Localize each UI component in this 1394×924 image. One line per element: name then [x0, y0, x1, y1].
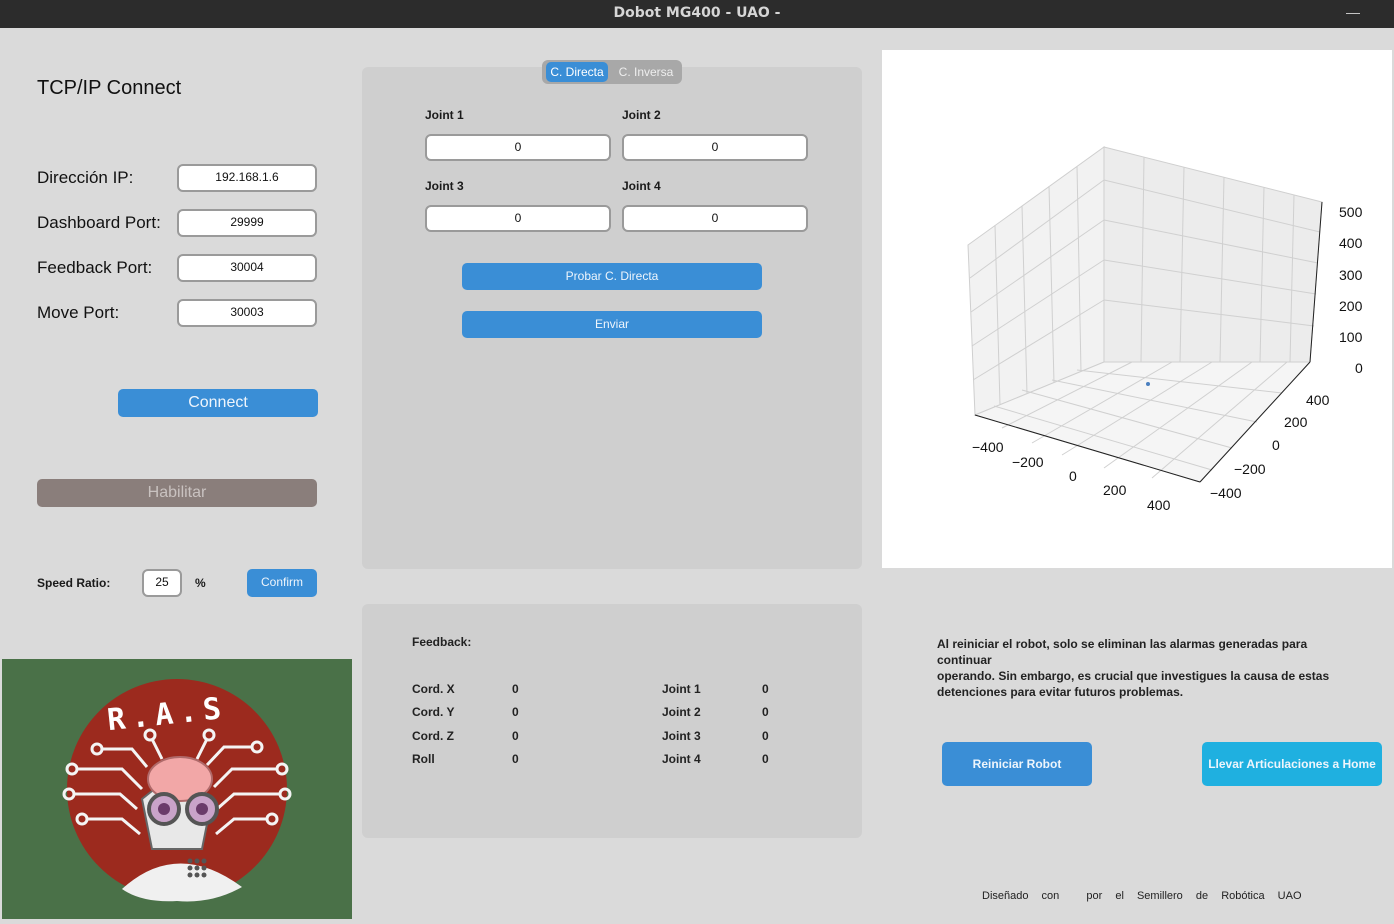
- coord-z-label: Cord. Z: [412, 729, 454, 743]
- footer-word: UAO: [1277, 890, 1302, 902]
- x-tick: 0: [1069, 468, 1077, 484]
- joint4-label: Joint 4: [622, 179, 661, 193]
- fb-joint4-value: 0: [762, 752, 769, 766]
- fb-joint3-label: Joint 3: [662, 729, 701, 743]
- feedback-port-label: Feedback Port:: [37, 258, 153, 277]
- roll-value: 0: [512, 752, 519, 766]
- connect-button[interactable]: Connect: [118, 389, 318, 417]
- fb-joint1-label: Joint 1: [662, 682, 701, 696]
- move-port-input[interactable]: 30003: [177, 299, 317, 327]
- confirm-button[interactable]: Confirm: [247, 569, 317, 597]
- fb-joint4-label: Joint 4: [662, 752, 701, 766]
- x-tick: 200: [1103, 482, 1127, 498]
- y-tick: −400: [1210, 485, 1242, 501]
- footer-word: Robótica: [1221, 890, 1265, 902]
- fb-joint2-value: 0: [762, 705, 769, 719]
- z-tick: 100: [1339, 329, 1363, 346]
- joint4-input[interactable]: 0: [622, 205, 808, 232]
- dashboard-port-label: Dashboard Port:: [37, 213, 161, 232]
- tab-inverse-kinematics[interactable]: C. Inversa: [610, 62, 682, 82]
- feedback-port-input[interactable]: 30004: [177, 254, 317, 282]
- minimize-icon[interactable]: —: [1346, 4, 1360, 20]
- send-button[interactable]: Enviar: [462, 311, 762, 338]
- z-axis-ticks: 500 400 300 200 100 0: [1339, 197, 1363, 385]
- y-tick: −200: [1234, 461, 1266, 477]
- reset-robot-button[interactable]: Reiniciar Robot: [942, 742, 1092, 786]
- window-title: Dobot MG400 - UAO -: [613, 5, 781, 21]
- x-tick: −200: [1012, 454, 1044, 470]
- enable-button[interactable]: Habilitar: [37, 479, 317, 507]
- coord-z-value: 0: [512, 729, 519, 743]
- roll-label: Roll: [412, 752, 435, 766]
- title-bar: Dobot MG400 - UAO -: [0, 0, 1394, 28]
- x-tick: 400: [1147, 497, 1171, 513]
- joint3-input[interactable]: 0: [425, 205, 611, 232]
- ras-logo: R.A.S: [2, 659, 352, 919]
- connect-heading: TCP/IP Connect: [37, 77, 182, 99]
- footer-credit: Diseñado con por el Semillero de Robótic…: [982, 890, 1302, 902]
- coord-y-value: 0: [512, 705, 519, 719]
- z-tick: 400: [1339, 235, 1363, 252]
- joint3-label: Joint 3: [425, 179, 464, 193]
- fb-joint3-value: 0: [762, 729, 769, 743]
- joint1-input[interactable]: 0: [425, 134, 611, 161]
- coord-x-label: Cord. X: [412, 682, 455, 696]
- tab-forward-kinematics[interactable]: C. Directa: [546, 62, 608, 82]
- speed-ratio-input[interactable]: 25: [142, 569, 182, 597]
- reset-notice-line: Al reiniciar el robot, solo se eliminan …: [937, 637, 1308, 667]
- joint1-label: Joint 1: [425, 108, 464, 122]
- z-tick: 300: [1339, 266, 1363, 283]
- test-forward-button[interactable]: Probar C. Directa: [462, 263, 762, 290]
- y-tick: 200: [1284, 414, 1308, 430]
- z-tick: 200: [1339, 297, 1363, 314]
- speed-ratio-label: Speed Ratio:: [37, 576, 111, 590]
- feedback-title: Feedback:: [412, 635, 472, 649]
- reset-notice-line: detenciones para evitar futuros problema…: [937, 685, 1184, 699]
- footer-word: con: [1041, 890, 1060, 902]
- ip-input[interactable]: 192.168.1.6: [177, 164, 317, 192]
- home-joints-button[interactable]: Llevar Articulaciones a Home: [1202, 742, 1382, 786]
- plot-3d[interactable]: 500 400 300 200 100 0 −400 −200 0 200 40…: [882, 50, 1392, 568]
- reset-notice-line: operando. Sin embargo, es crucial que in…: [937, 669, 1330, 683]
- x-tick: −400: [972, 439, 1004, 455]
- reset-notice: Al reiniciar el robot, solo se eliminan …: [937, 636, 1357, 700]
- footer-word: Semillero: [1136, 890, 1183, 902]
- z-tick: 0: [1355, 360, 1363, 377]
- speed-unit: %: [195, 576, 206, 590]
- move-port-label: Move Port:: [37, 303, 120, 322]
- footer-word: el: [1115, 890, 1124, 902]
- ip-label: Dirección IP:: [37, 168, 134, 187]
- dashboard-port-input[interactable]: 29999: [177, 209, 317, 237]
- footer-word: Diseñado: [982, 890, 1029, 902]
- y-tick: 400: [1306, 392, 1330, 408]
- footer-word: de: [1195, 890, 1209, 902]
- joint2-label: Joint 2: [622, 108, 661, 122]
- footer-word: por: [1086, 890, 1103, 902]
- z-tick: 500: [1339, 204, 1363, 220]
- fb-joint2-label: Joint 2: [662, 705, 701, 719]
- coord-y-label: Cord. Y: [412, 705, 455, 719]
- joint2-input[interactable]: 0: [622, 134, 808, 161]
- y-tick: 0: [1272, 437, 1280, 453]
- fb-joint1-value: 0: [762, 682, 769, 696]
- coord-x-value: 0: [512, 682, 519, 696]
